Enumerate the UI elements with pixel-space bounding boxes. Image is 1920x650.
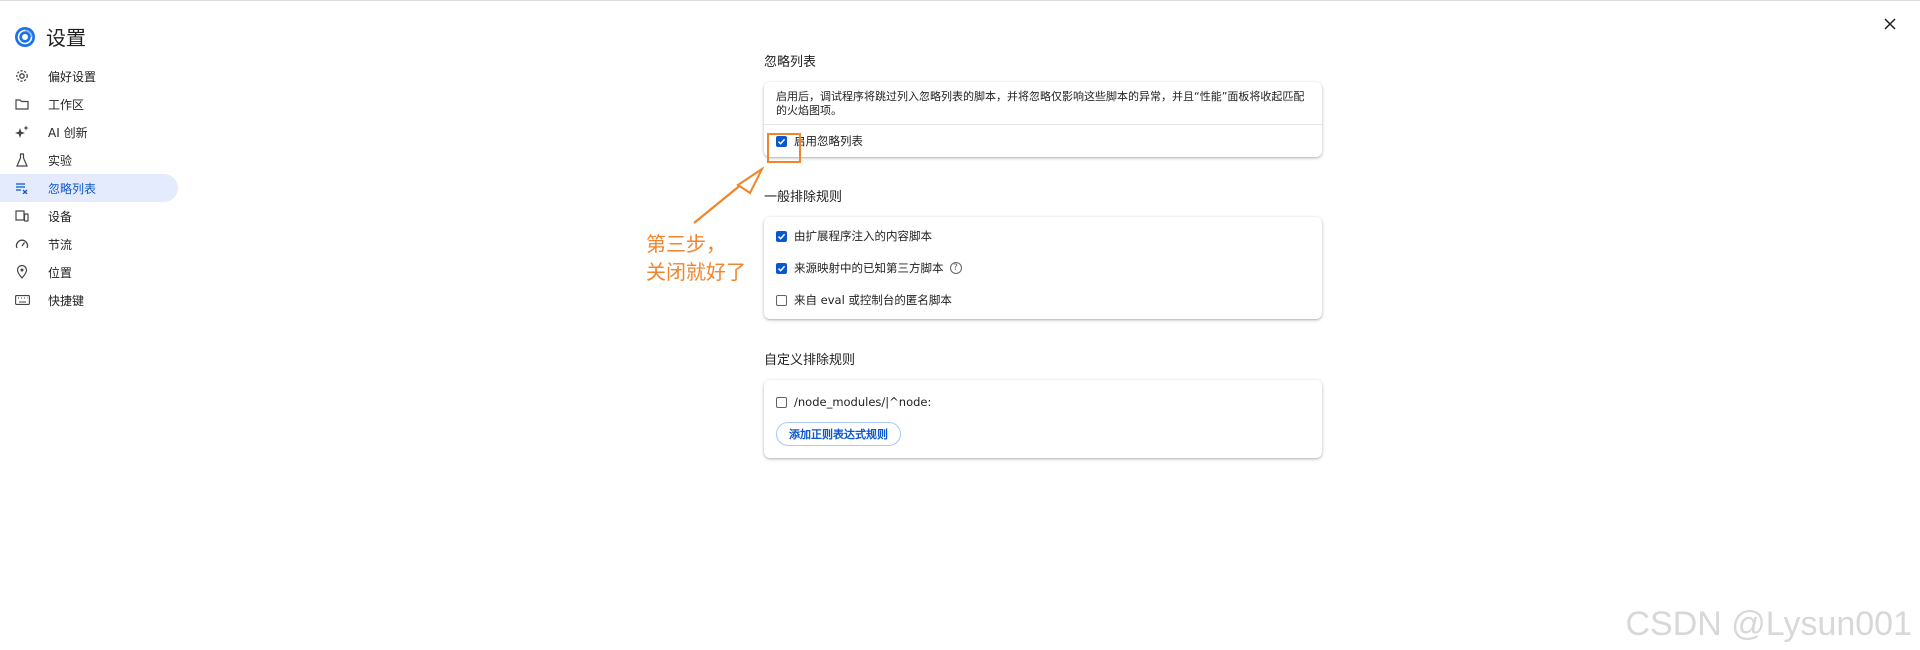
ignore-list-title: 忽略列表 xyxy=(764,55,817,70)
add-regex-rule-button[interactable]: 添加正则表达式规则 xyxy=(776,422,901,446)
close-icon xyxy=(1884,18,1896,30)
sidebar-item-ignore-list[interactable]: 忽略列表 xyxy=(0,174,178,202)
sidebar-item-workspace[interactable]: 工作区 xyxy=(0,90,178,118)
enable-ignore-list-row[interactable]: 启用忽略列表 xyxy=(764,125,1322,157)
keyboard-icon xyxy=(14,292,30,308)
anonymous-scripts-checkbox[interactable] xyxy=(776,294,787,306)
sidebar-item-label: 设备 xyxy=(48,209,73,224)
third-party-scripts-checkbox[interactable] xyxy=(776,262,787,274)
ignore-list-icon xyxy=(14,180,30,196)
annotation-line-2: 关闭就好了 xyxy=(646,260,746,284)
custom-rules-title: 自定义排除规则 xyxy=(764,353,856,368)
sidebar-item-label: 工作区 xyxy=(48,97,85,112)
sidebar-item-experiments[interactable]: 实验 xyxy=(0,146,178,174)
location-pin-icon xyxy=(14,264,30,280)
settings-content: 忽略列表 启用后，调试程序将跳过列入忽略列表的脚本，并将忽略仅影响这些脚本的异常… xyxy=(764,54,1322,458)
custom-rule-checkbox[interactable] xyxy=(776,396,787,408)
sidebar-item-label: 节流 xyxy=(48,237,73,252)
custom-rules-card: /node_modules/|^node: 添加正则表达式规则 xyxy=(764,380,1322,458)
general-rules-card: 由扩展程序注入的内容脚本 来源映射中的已知第三方脚本 ? 来自 eval 或控制… xyxy=(764,217,1322,319)
devtools-logo-icon xyxy=(15,26,35,47)
rule-row-anonymous-scripts[interactable]: 来自 eval 或控制台的匿名脚本 xyxy=(764,284,1322,316)
enable-ignore-list-label: 启用忽略列表 xyxy=(794,134,863,148)
app-header: 设置 xyxy=(14,22,86,51)
sidebar-item-label: 实验 xyxy=(48,153,73,168)
extension-scripts-checkbox[interactable] xyxy=(776,230,787,242)
rule-row-third-party-scripts[interactable]: 来源映射中的已知第三方脚本 ? xyxy=(764,252,1322,284)
top-divider xyxy=(0,0,1920,1)
close-button[interactable] xyxy=(1878,12,1902,36)
watermark: CSDN @Lysun001 xyxy=(1625,605,1913,643)
sidebar-item-label: 快捷键 xyxy=(48,293,85,308)
rule-label: 由扩展程序注入的内容脚本 xyxy=(794,229,932,243)
annotation-line-1: 第三步， xyxy=(646,232,726,256)
sidebar-item-ai-innovation[interactable]: AI 创新 xyxy=(0,118,178,146)
custom-rule-pattern: /node_modules/|^node: xyxy=(794,395,932,409)
sidebar-item-label: 偏好设置 xyxy=(48,69,97,84)
annotation-arrow-icon xyxy=(693,166,765,224)
checkmark-icon xyxy=(777,265,786,272)
sidebar-item-label: 忽略列表 xyxy=(48,181,97,196)
annotation-text: 第三步， 关闭就好了 xyxy=(646,230,746,286)
gear-icon xyxy=(14,68,30,84)
help-icon[interactable]: ? xyxy=(949,262,962,274)
checkmark-icon xyxy=(777,233,786,240)
page-title: 设置 xyxy=(46,26,86,50)
folder-icon xyxy=(14,96,30,112)
custom-rule-row[interactable]: /node_modules/|^node: xyxy=(764,386,1322,418)
sidebar-item-devices[interactable]: 设备 xyxy=(0,202,178,230)
ignore-list-card: 启用后，调试程序将跳过列入忽略列表的脚本，并将忽略仅影响这些脚本的异常，并且“性… xyxy=(764,82,1322,157)
speedometer-icon xyxy=(14,236,30,252)
sidebar-item-label: AI 创新 xyxy=(48,125,88,140)
sidebar-item-label: 位置 xyxy=(48,265,73,280)
sidebar-item-shortcuts[interactable]: 快捷键 xyxy=(0,286,178,314)
sidebar-item-locations[interactable]: 位置 xyxy=(0,258,178,286)
annotation-highlight-box xyxy=(767,133,801,163)
sparkle-icon xyxy=(14,124,30,140)
rule-label: 来源映射中的已知第三方脚本 xyxy=(794,261,944,275)
rule-label: 来自 eval 或控制台的匿名脚本 xyxy=(794,293,952,307)
rule-row-extension-scripts[interactable]: 由扩展程序注入的内容脚本 xyxy=(764,220,1322,252)
flask-icon xyxy=(14,152,30,168)
sidebar-item-preferences[interactable]: 偏好设置 xyxy=(0,62,178,90)
settings-sidebar: 偏好设置 工作区 AI 创新 实验 忽略列表 设备 节流 位置 快捷键 xyxy=(0,62,178,314)
general-rules-title: 一般排除规则 xyxy=(764,190,843,205)
devices-icon xyxy=(14,208,30,224)
sidebar-item-throttling[interactable]: 节流 xyxy=(0,230,178,258)
ignore-list-description: 启用后，调试程序将跳过列入忽略列表的脚本，并将忽略仅影响这些脚本的异常，并且“性… xyxy=(764,82,1322,125)
